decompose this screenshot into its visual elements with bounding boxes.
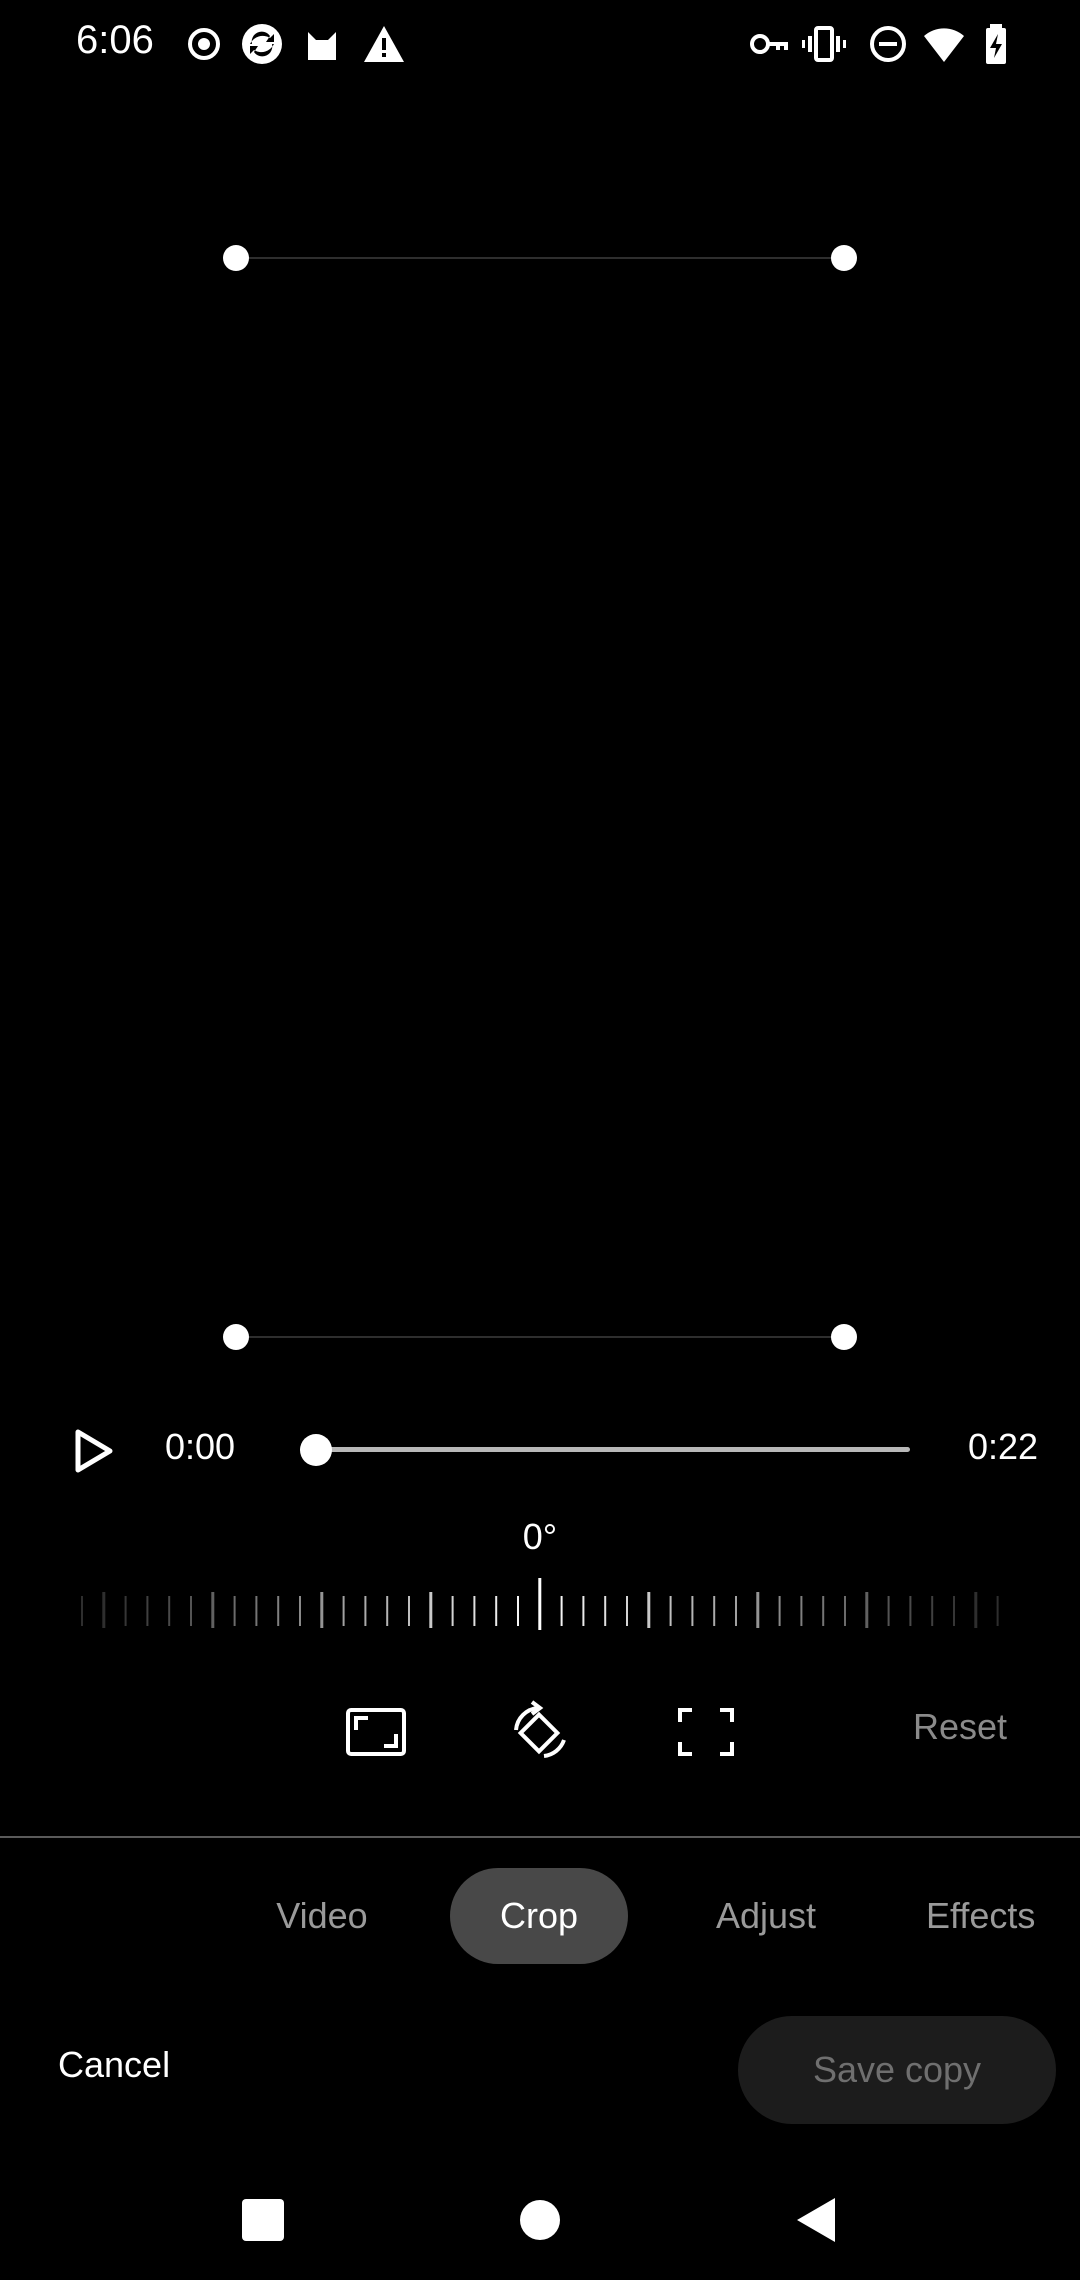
tab-effects[interactable]: Effects	[926, 1868, 1080, 1964]
tab-video[interactable]: Video	[242, 1868, 402, 1964]
recents-button[interactable]	[233, 2190, 293, 2250]
home-icon	[520, 2200, 560, 2240]
save-copy-button[interactable]: Save copy	[738, 2016, 1056, 2124]
crop-free-icon	[678, 1708, 734, 1756]
play-icon	[75, 1429, 113, 1473]
current-time: 0:00	[165, 1426, 236, 1467]
divider	[0, 1836, 1080, 1838]
crop-area[interactable]	[0, 0, 1080, 1400]
duration-time: 0:22	[968, 1426, 1039, 1467]
recents-icon	[242, 2199, 284, 2241]
aspect-ratio-button[interactable]	[344, 1700, 408, 1764]
play-button[interactable]	[66, 1424, 120, 1478]
tab-adjust[interactable]: Adjust	[686, 1868, 846, 1964]
crop-handle-bottom-left[interactable]	[223, 1324, 249, 1350]
video-scrubber[interactable]	[300, 1434, 910, 1466]
video-editor-screen: 6:06 0:00 0:22 0° Reset Video Crop Adjus…	[0, 0, 1080, 2280]
rotate-icon	[514, 1700, 566, 1758]
cancel-button[interactable]: Cancel	[58, 2044, 170, 2086]
playback-bar: 0:00 0:22	[0, 1400, 1080, 1500]
crop-handle-bottom-right[interactable]	[831, 1324, 857, 1350]
back-icon	[797, 2198, 835, 2242]
home-button[interactable]	[510, 2190, 570, 2250]
scrubber-thumb[interactable]	[300, 1434, 332, 1466]
rotate-button[interactable]	[508, 1700, 572, 1764]
rotation-angle: 0°	[522, 1516, 558, 1557]
aspect-ratio-icon	[346, 1708, 406, 1756]
crop-handle-top-left[interactable]	[223, 245, 249, 271]
back-button[interactable]	[786, 2190, 846, 2250]
crop-top-edge[interactable]	[236, 257, 844, 259]
reset-button[interactable]: Reset	[870, 1706, 1050, 1748]
rotation-dial[interactable]	[60, 1570, 1020, 1640]
free-crop-button[interactable]	[674, 1700, 738, 1764]
crop-handle-top-right[interactable]	[831, 245, 857, 271]
crop-bottom-edge[interactable]	[236, 1336, 844, 1338]
tab-crop[interactable]: Crop	[450, 1868, 628, 1964]
